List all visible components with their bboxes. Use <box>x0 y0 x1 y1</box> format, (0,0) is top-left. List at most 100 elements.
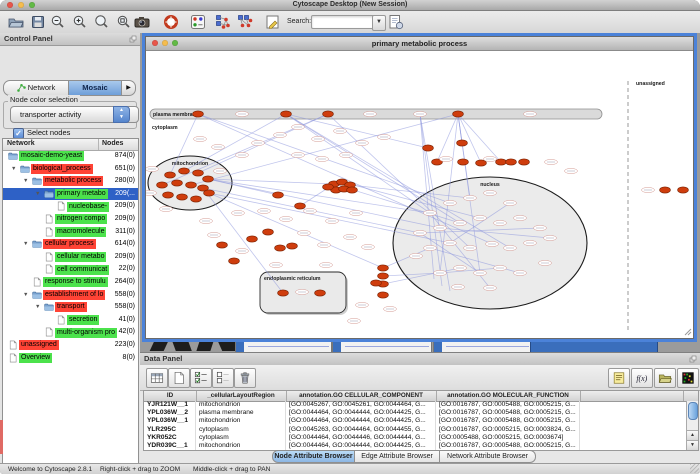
table-cell[interactable]: [GO:0044464, GO:0044444, GO:0044425, G..… <box>286 409 436 417</box>
table-cell[interactable]: YKR052C <box>144 434 196 442</box>
help-ring-button[interactable] <box>161 13 181 31</box>
graph-edge[interactable] <box>458 114 501 162</box>
graph-node[interactable] <box>458 159 469 165</box>
graph-node[interactable] <box>273 192 284 198</box>
tree-row[interactable]: macromolecule311(0) <box>3 226 138 239</box>
graph-node[interactable] <box>247 236 258 242</box>
vizmapper-button[interactable] <box>188 13 208 31</box>
table-cell[interactable]: plasma membrane <box>196 409 286 417</box>
tree-expander-icon[interactable]: ▼ <box>23 289 28 302</box>
tab-overflow-arrow[interactable]: ▶ <box>122 80 136 96</box>
zoom-selected-button[interactable] <box>114 13 134 31</box>
table-cell[interactable]: [GO:0044464, GO:0044444, GO:0044425, G..… <box>286 442 436 450</box>
table-scrollbar[interactable]: ▲ ▼ <box>686 401 698 450</box>
attribute-table-button[interactable] <box>146 368 168 388</box>
tab-network[interactable]: Network <box>3 80 69 96</box>
graph-node[interactable] <box>172 180 183 186</box>
table-column-header[interactable]: annotation.GO CELLULAR_COMPONENT <box>286 391 437 401</box>
graph-node[interactable] <box>163 192 174 198</box>
tree-row[interactable]: ▼transport558(0) <box>3 301 138 314</box>
save-session-button[interactable] <box>28 13 48 31</box>
tree-row[interactable]: unassigned223(0) <box>3 339 138 352</box>
graph-node[interactable] <box>191 196 202 202</box>
graph-node[interactable] <box>193 170 204 176</box>
graph-node[interactable] <box>371 280 382 286</box>
window-titlebar[interactable]: Cytoscape Desktop (New Session) <box>0 0 700 11</box>
table-cell[interactable]: YPL036W__2 <box>144 409 196 417</box>
table-cell[interactable]: [GO:0044464, GO:0044446, GO:0044444, G..… <box>286 434 436 442</box>
zoom-fit-button[interactable] <box>92 13 112 31</box>
graph-edge[interactable] <box>184 114 286 171</box>
table-cell[interactable]: [GO:0016787, GO:0005488, GO:0005215, G..… <box>436 417 580 425</box>
table-cell[interactable]: mitochondrion <box>196 401 286 409</box>
tab-network-attribute-browser[interactable]: Network Attribute Browser <box>440 450 536 463</box>
graph-node[interactable] <box>165 172 176 178</box>
graph-node[interactable] <box>281 111 292 117</box>
node-color-dropdown-arrows-icon[interactable]: ▲▼ <box>113 106 130 123</box>
network-graph[interactable]: plasma membranecytoplasmmitochondrionnuc… <box>146 51 693 337</box>
tree-row[interactable]: ▼primary metabo209(... <box>3 188 138 201</box>
tree-row[interactable]: mosaic-demo-yeast874(0) <box>3 150 138 163</box>
table-column-header[interactable]: annotation.GO MOLECULAR_FUNCTION <box>436 391 581 401</box>
import-attributes-button[interactable] <box>654 368 676 388</box>
configure-search-button[interactable] <box>386 13 406 31</box>
graph-edge[interactable] <box>203 188 283 293</box>
tab-edge-attribute-browser[interactable]: Edge Attribute Browser <box>355 450 440 463</box>
tree-row[interactable]: response to stimulu264(0) <box>3 276 138 289</box>
table-cell[interactable]: [GO:0016787, GO:0005488, GO:0005215, G..… <box>436 409 580 417</box>
table-cell[interactable]: cytoplasm <box>196 426 286 434</box>
table-cell[interactable]: [GO:0044464, GO:0044444, GO:0044425, G..… <box>286 417 436 425</box>
new-attribute-button[interactable] <box>168 368 190 388</box>
tab-mosaic[interactable]: Mosaic <box>69 80 122 96</box>
scroll-up-icon[interactable]: ▲ <box>687 430 698 440</box>
graph-node[interactable] <box>278 290 289 296</box>
graph-node[interactable] <box>179 168 190 174</box>
graph-node[interactable] <box>457 140 468 146</box>
search-dropdown-button[interactable]: ▼ <box>372 15 386 31</box>
tree-row[interactable]: Overview8(0) <box>3 352 138 365</box>
tree-row[interactable]: cellular metabo209(0) <box>3 251 138 264</box>
background-window-thumbnail[interactable] <box>235 341 332 352</box>
graph-node[interactable] <box>519 159 530 165</box>
table-cell[interactable]: [GO:0016787, GO:0005488, GO:0005215, G..… <box>436 442 580 450</box>
graph-node[interactable] <box>204 190 215 196</box>
select-attributes-button[interactable] <box>190 368 212 388</box>
tree-expander-icon[interactable]: ▼ <box>23 238 28 251</box>
resize-grip[interactable] <box>690 464 699 473</box>
zoom-out-button[interactable] <box>48 13 68 31</box>
graph-node[interactable] <box>275 245 286 251</box>
snapshot-camera-button[interactable] <box>132 13 152 31</box>
annotation-button[interactable] <box>263 13 283 31</box>
graph-edge[interactable] <box>286 114 460 223</box>
graph-node[interactable] <box>678 187 689 193</box>
tree-row[interactable]: nucleobase-209(0) <box>3 200 138 213</box>
graph-edge[interactable] <box>191 114 458 185</box>
tree-expander-icon[interactable]: ▼ <box>35 188 40 201</box>
tree-expander-icon[interactable]: ▼ <box>35 301 40 314</box>
table-cell[interactable]: cytoplasm <box>196 434 286 442</box>
graph-node[interactable] <box>295 203 306 209</box>
unselect-attributes-button[interactable] <box>212 368 234 388</box>
attribute-notes-button[interactable] <box>608 368 630 388</box>
table-cell[interactable]: mitochondrion <box>196 417 286 425</box>
graph-node[interactable] <box>263 229 274 235</box>
graph-node[interactable] <box>287 243 298 249</box>
tree-row[interactable]: multi-organism pro42(0) <box>3 326 138 339</box>
network-view-window[interactable]: primary metabolic process plasma membran… <box>145 36 694 339</box>
tree-row[interactable]: secretion41(0) <box>3 314 138 327</box>
graph-node[interactable] <box>217 242 228 248</box>
tree-row[interactable]: ▼biological_process651(0) <box>3 163 138 176</box>
graph-edge[interactable] <box>437 114 458 162</box>
formula-builder-button[interactable]: f(x) <box>631 368 653 388</box>
attribute-matrix-button[interactable] <box>677 368 699 388</box>
graph-node[interactable] <box>423 145 434 151</box>
tree-row[interactable]: nitrogen compo209(0) <box>3 213 138 226</box>
zoom-in-button[interactable] <box>70 13 90 31</box>
graph-node[interactable] <box>506 159 517 165</box>
layout-network-1-button[interactable] <box>213 13 233 31</box>
layout-network-2-button[interactable] <box>235 13 255 31</box>
graph-node[interactable] <box>177 194 188 200</box>
table-cell[interactable]: mitochondrion <box>196 442 286 450</box>
tree-row[interactable]: ▼establishment of lo558(0) <box>3 289 138 302</box>
table-cell[interactable]: [GO:0045263, GO:0044464, GO:0044455, G..… <box>286 426 436 434</box>
